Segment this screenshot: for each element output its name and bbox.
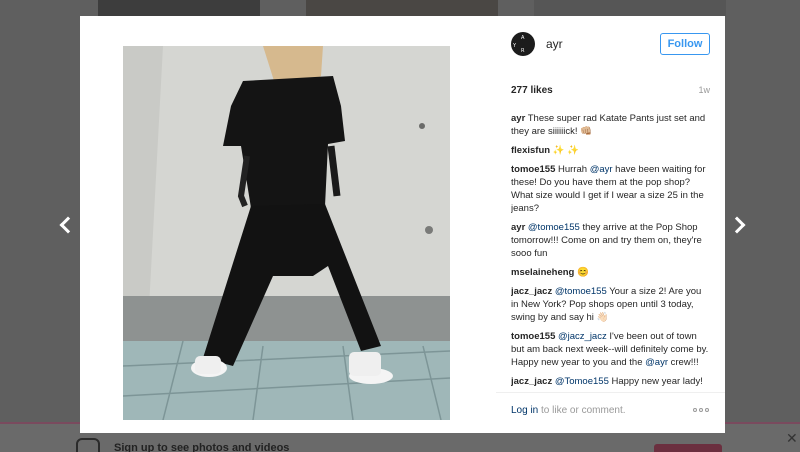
comment-username[interactable]: jacz_jacz xyxy=(511,286,552,297)
post-modal: A Y R ayr Follow 277 likes 1w ayr These … xyxy=(80,16,725,433)
post-image xyxy=(123,46,450,420)
comment-mention[interactable]: @ayr xyxy=(645,357,668,368)
comment-mention[interactable]: @jacz_jacz xyxy=(558,331,607,342)
post-username[interactable]: ayr xyxy=(546,37,563,51)
comment: tomoe155 @jacz_jacz I've been out of tow… xyxy=(511,330,710,369)
comments-list[interactable]: ayr These super rad Katate Pants just se… xyxy=(511,112,710,388)
comment-username[interactable]: ayr xyxy=(511,222,525,233)
follow-button[interactable]: Follow xyxy=(660,33,710,55)
dot xyxy=(705,408,709,412)
comment-username[interactable]: jacz_jacz xyxy=(511,376,552,387)
instagram-icon xyxy=(76,438,100,452)
comment-username[interactable]: ayr xyxy=(511,113,525,124)
post-footer: Log in to like or comment. xyxy=(496,392,725,433)
more-options-icon[interactable] xyxy=(693,406,711,414)
comment-mention[interactable]: @ayr xyxy=(590,164,613,175)
close-icon[interactable]: ✕ xyxy=(786,430,798,447)
comment: jacz_jacz @Tomoe155 Happy new year lady!… xyxy=(511,375,710,388)
chevron-right-icon xyxy=(728,216,746,234)
post-header: A Y R ayr Follow xyxy=(496,16,725,74)
comment: tomoe155 Hurrah @ayr have been waiting f… xyxy=(511,163,710,215)
background-thumbnail xyxy=(534,0,726,16)
post-time[interactable]: 1w xyxy=(698,85,710,95)
comment: jacz_jacz @tomoe155 Your a size 2! Are y… xyxy=(511,285,710,324)
comment-username[interactable]: mselaineheng xyxy=(511,267,574,278)
dot xyxy=(699,408,703,412)
login-text: to like or comment. xyxy=(541,405,626,416)
comment-text: 😊 xyxy=(577,267,589,278)
avatar-letter: A xyxy=(521,35,525,41)
likes-count[interactable]: 277 likes xyxy=(511,85,553,96)
post-photo xyxy=(123,46,450,420)
comment: flexisfun ✨ ✨ xyxy=(511,144,710,157)
avatar-letter: R xyxy=(521,48,525,54)
comment-text: Hurrah xyxy=(558,164,588,175)
comment-text: ✨ ✨ xyxy=(552,145,579,156)
chevron-left-icon xyxy=(59,216,77,234)
comment: mselaineheng 😊 xyxy=(511,266,710,279)
comment: ayr These super rad Katate Pants just se… xyxy=(511,112,710,138)
avatar-letter: Y xyxy=(513,43,517,49)
comment-text: These super rad Katate Pants just set an… xyxy=(511,113,706,137)
signup-text: Sign up to see photos and videos xyxy=(114,442,290,452)
comment-mention[interactable]: @tomoe155 xyxy=(555,286,607,297)
post-stats: 277 likes 1w xyxy=(511,85,710,99)
dot xyxy=(693,408,697,412)
post-sidebar: A Y R ayr Follow 277 likes 1w ayr These … xyxy=(496,16,725,433)
background-thumbnail xyxy=(306,0,498,16)
background-thumbnail xyxy=(98,0,260,16)
comment-username[interactable]: tomoe155 xyxy=(511,164,555,175)
comment-mention[interactable]: @Tomoe155 xyxy=(555,376,609,387)
login-prompt: Log in to like or comment. xyxy=(511,405,626,416)
comment-mention[interactable]: @tomoe155 xyxy=(528,222,580,233)
avatar[interactable]: A Y R xyxy=(511,32,535,56)
background-thumbnails xyxy=(0,0,800,16)
comment-username[interactable]: tomoe155 xyxy=(511,331,555,342)
login-link[interactable]: Log in xyxy=(511,405,538,416)
comment-text: crew!!! xyxy=(670,357,699,368)
signup-button[interactable] xyxy=(654,444,722,452)
comment-username[interactable]: flexisfun xyxy=(511,145,550,156)
comment: ayr @tomoe155 they arrive at the Pop Sho… xyxy=(511,221,710,260)
previous-post-button[interactable] xyxy=(56,210,77,240)
next-post-button[interactable] xyxy=(728,210,748,240)
